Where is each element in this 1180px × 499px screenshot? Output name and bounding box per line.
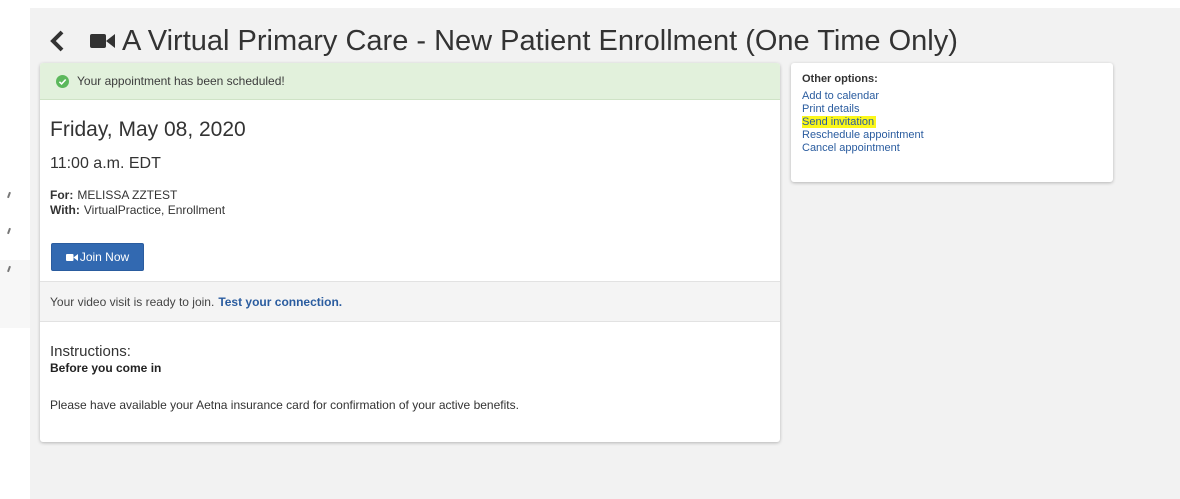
patient-name: MELISSA ZZTEST	[77, 188, 178, 202]
cancel-appointment-link[interactable]: Cancel appointment	[802, 142, 924, 155]
appointment-card: Your appointment has been scheduled! Fri…	[40, 63, 780, 442]
test-connection-link[interactable]: Test your connection.	[218, 295, 342, 309]
send-invitation-link[interactable]: Send invitation	[802, 116, 924, 129]
instructions-body: Please have available your Aetna insuran…	[50, 398, 519, 412]
join-now-label: Join Now	[79, 250, 130, 264]
appointment-for: For: MELISSA ZZTEST	[50, 188, 177, 202]
video-ready-text: Your video visit is ready to join.	[50, 294, 215, 309]
appointment-date: Friday, May 08, 2020	[50, 118, 246, 141]
page-header: A Virtual Primary Care - New Patient Enr…	[50, 22, 958, 60]
instructions-subheading: Before you come in	[50, 361, 162, 375]
chevron-left-icon[interactable]	[50, 26, 72, 56]
left-panel-edge	[0, 260, 30, 328]
other-options-title: Other options:	[802, 73, 878, 85]
provider-name: VirtualPractice, Enrollment	[83, 203, 226, 217]
success-alert: Your appointment has been scheduled!	[40, 63, 780, 100]
reschedule-appointment-link[interactable]: Reschedule appointment	[802, 129, 924, 142]
page-title: A Virtual Primary Care - New Patient Enr…	[122, 25, 958, 57]
edge-mark	[7, 227, 11, 235]
check-circle-icon	[56, 74, 69, 88]
other-options-list: Add to calendar Print details Send invit…	[802, 90, 924, 155]
video-camera-icon	[90, 31, 116, 51]
print-details-link[interactable]: Print details	[802, 103, 924, 116]
with-label: With:	[50, 203, 80, 217]
video-camera-icon	[65, 253, 78, 262]
join-now-button[interactable]: Join Now	[51, 243, 144, 271]
alert-message: Your appointment has been scheduled!	[77, 74, 285, 88]
instructions-heading: Instructions:	[50, 343, 131, 360]
appointment-time: 11:00 a.m. EDT	[50, 155, 161, 172]
other-options-card: Other options: Add to calendar Print det…	[791, 63, 1113, 182]
appointment-with: With: VirtualPractice, Enrollment	[50, 203, 225, 217]
for-label: For:	[50, 188, 74, 202]
edge-mark	[7, 191, 11, 199]
add-to-calendar-link[interactable]: Add to calendar	[802, 90, 924, 103]
video-ready-bar: Your video visit is ready to join. Test …	[40, 281, 780, 322]
